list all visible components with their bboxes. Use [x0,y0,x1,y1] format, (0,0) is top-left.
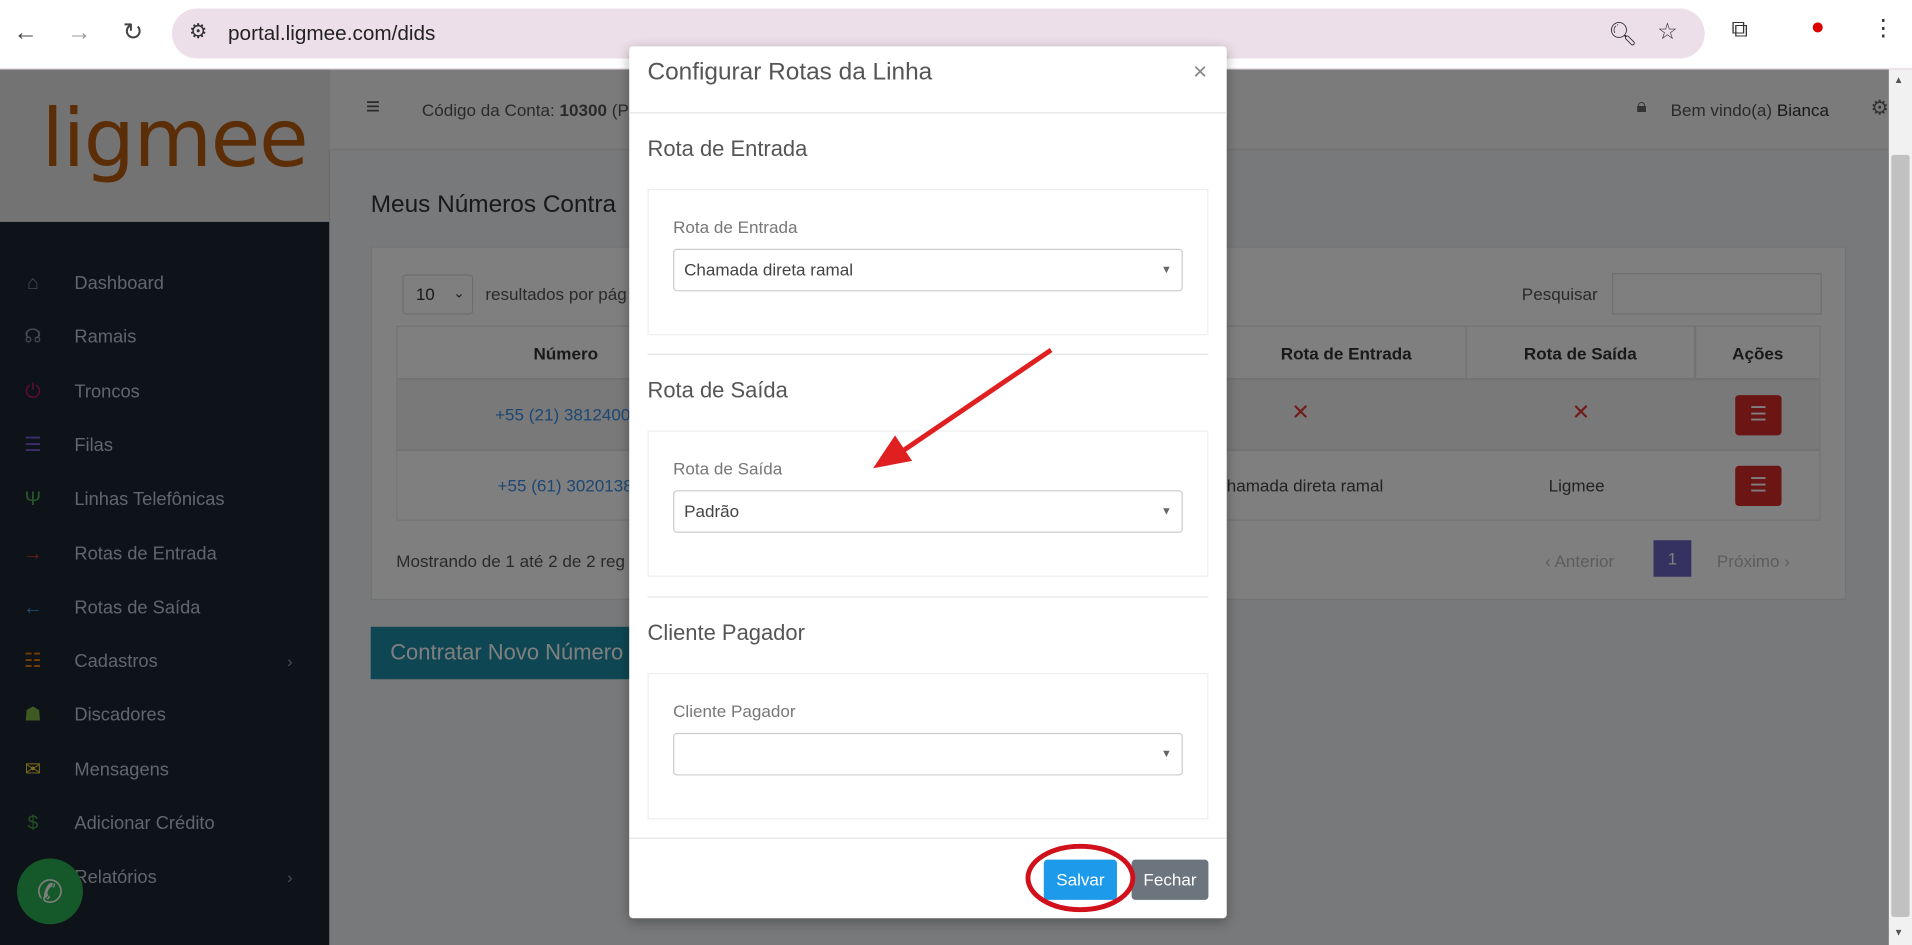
scroll-thumb[interactable] [1891,154,1910,917]
scroll-up-icon[interactable]: ▲ [1894,74,1904,85]
annotation-circle [1025,843,1136,913]
scroll-down-icon[interactable]: ▼ [1894,927,1904,938]
scrollbar[interactable]: ▲ ▼ [1888,69,1912,945]
annotation-layer [873,347,1136,913]
annotation-arrow-head-icon [873,435,913,469]
annotation-arrow-line [900,347,1053,454]
